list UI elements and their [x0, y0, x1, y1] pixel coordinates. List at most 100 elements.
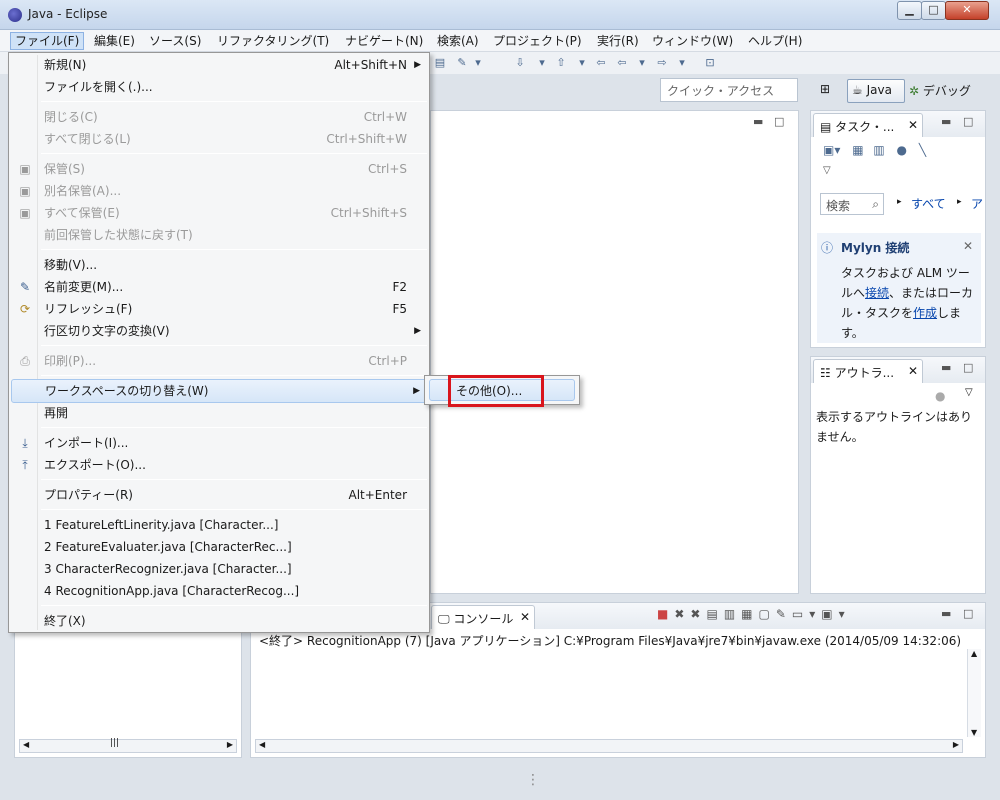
- menu-item-new[interactable]: 新規(N) Alt+Shift+N ▶: [11, 54, 427, 76]
- menu-project[interactable]: プロジェクト(P): [489, 32, 586, 50]
- menu-item-revert[interactable]: 前回保管した状態に戻す(T): [11, 224, 427, 246]
- scroll-left-icon[interactable]: ◀: [259, 740, 265, 749]
- collapse-icon[interactable]: ╲: [919, 143, 926, 157]
- menu-item-import[interactable]: ⤓ インポート(I)...: [11, 432, 427, 454]
- dropdown-arrow-icon[interactable]: ▾: [534, 56, 550, 70]
- close-icon[interactable]: ✕: [963, 239, 973, 253]
- menu-file[interactable]: ファイル(F): [10, 32, 85, 50]
- horizontal-scrollbar[interactable]: ◀ ▶: [255, 739, 963, 753]
- minimize-view-icon[interactable]: ▬: [941, 361, 951, 374]
- view-menu-icon[interactable]: ▽: [965, 387, 973, 398]
- mylyn-connect-link[interactable]: 接続: [865, 286, 889, 300]
- vertical-scrollbar[interactable]: ▲ ▼: [967, 649, 981, 737]
- tab-console[interactable]: 🖵 コンソール ✕: [431, 605, 535, 629]
- maximize-view-icon[interactable]: □: [963, 115, 973, 128]
- menu-item-properties[interactable]: プロパティー(R) Alt+Enter: [11, 484, 427, 506]
- pin-console-icon[interactable]: ✎: [776, 607, 792, 621]
- menu-item-recent-file-4[interactable]: 4 RecognitionApp.java [CharacterRecog...…: [11, 580, 427, 602]
- menu-item-save-all[interactable]: ▣ すべて保管(E) Ctrl+Shift+S: [11, 202, 427, 224]
- menu-item-rename[interactable]: ✎ 名前変更(M)... F2: [11, 276, 427, 298]
- maximize-button[interactable]: □: [921, 1, 946, 20]
- last-edit-icon[interactable]: ⇦: [593, 56, 609, 70]
- dropdown-arrow-icon[interactable]: ▾: [674, 56, 690, 70]
- minimize-view-icon[interactable]: ▬: [941, 607, 951, 620]
- word-wrap-icon[interactable]: ▦: [741, 607, 758, 621]
- menu-item-save[interactable]: ▣ 保管(S) Ctrl+S: [11, 158, 427, 180]
- task-search-input[interactable]: 検索 ⌕: [820, 193, 884, 215]
- menu-item-switch-workspace[interactable]: ワークスペースの切り替え(W) ▶: [11, 379, 427, 403]
- terminate-icon[interactable]: ■: [657, 607, 674, 621]
- scheduled-icon[interactable]: ▥: [873, 143, 884, 157]
- horizontal-scrollbar[interactable]: ◀ ||| ▶: [19, 738, 237, 753]
- remove-launch-icon[interactable]: ✖: [674, 607, 690, 621]
- pin-editor-icon[interactable]: ⊡: [702, 56, 718, 70]
- menu-item-close-all[interactable]: すべて閉じる(L) Ctrl+Shift+W: [11, 128, 427, 150]
- scroll-right-icon[interactable]: ▶: [227, 740, 233, 749]
- tab-task-list[interactable]: ▤ タスク・... ✕: [813, 113, 923, 137]
- menu-item-exit[interactable]: 終了(X): [11, 610, 427, 632]
- maximize-view-icon[interactable]: □: [963, 361, 973, 374]
- focus-icon[interactable]: ●: [897, 143, 907, 157]
- maximize-view-icon[interactable]: □: [963, 607, 973, 620]
- close-icon[interactable]: ✕: [908, 118, 918, 132]
- close-icon[interactable]: ✕: [520, 610, 530, 624]
- menu-navigate[interactable]: ナビゲート(N): [341, 32, 427, 50]
- task-filter-other-link[interactable]: ア: [971, 195, 983, 212]
- menu-item-recent-file-2[interactable]: 2 FeatureEvaluater.java [CharacterRec...…: [11, 536, 427, 558]
- close-button[interactable]: ✕: [945, 1, 989, 20]
- scroll-down-icon[interactable]: ▼: [971, 728, 977, 737]
- show-console-icon[interactable]: ▢: [759, 607, 776, 621]
- maximize-view-icon[interactable]: □: [774, 115, 784, 128]
- scroll-left-icon[interactable]: ◀: [23, 740, 29, 749]
- prev-annotation-icon[interactable]: ⇧: [553, 56, 569, 70]
- minimize-view-icon[interactable]: ▬: [941, 115, 951, 128]
- menu-item-move[interactable]: 移動(V)...: [11, 254, 427, 276]
- menu-item-recent-file-1[interactable]: 1 FeatureLeftLinerity.java [Character...…: [11, 514, 427, 536]
- tab-outline[interactable]: ☷ アウトラ... ✕: [813, 359, 923, 383]
- menu-source[interactable]: ソース(S): [145, 32, 205, 50]
- view-menu-icon[interactable]: ▽: [823, 165, 831, 176]
- remove-all-icon[interactable]: ✖: [690, 607, 706, 621]
- quick-access-input[interactable]: クイック・アクセス: [660, 78, 798, 102]
- forward-icon[interactable]: ⇨: [654, 56, 670, 70]
- perspective-java-button[interactable]: ☕ Java: [847, 79, 905, 103]
- back-icon[interactable]: ⇦: [614, 56, 630, 70]
- task-filter-all-link[interactable]: すべて: [911, 195, 946, 212]
- dropdown-arrow-icon[interactable]: ▾: [470, 56, 486, 70]
- menu-item-export[interactable]: ⤒ エクスポート(O)...: [11, 454, 427, 476]
- menu-help[interactable]: ヘルプ(H): [744, 32, 806, 50]
- dropdown-arrow-icon[interactable]: ▾: [634, 56, 650, 70]
- menu-item-recent-file-3[interactable]: 3 CharacterRecognizer.java [Character...…: [11, 558, 427, 580]
- open-console-icon[interactable]: ▣▾: [821, 607, 850, 621]
- open-folder-icon[interactable]: ▤: [432, 56, 448, 70]
- open-type-icon[interactable]: ✎: [454, 56, 470, 70]
- open-perspective-icon[interactable]: ⊞: [820, 82, 830, 96]
- dropdown-arrow-icon[interactable]: ▾: [574, 56, 590, 70]
- perspective-debug-button[interactable]: ✲ デバッグ: [909, 82, 971, 99]
- clear-console-icon[interactable]: ▤: [706, 607, 723, 621]
- menu-item-open-file[interactable]: ファイルを開く(.)...: [11, 76, 427, 98]
- minimize-view-icon[interactable]: ▬: [753, 115, 763, 128]
- scroll-lock-icon[interactable]: ▥: [724, 607, 741, 621]
- display-console-icon[interactable]: ▭▾: [792, 607, 821, 621]
- mylyn-create-link[interactable]: 作成: [913, 306, 937, 320]
- scroll-up-icon[interactable]: ▲: [971, 649, 977, 658]
- scroll-thumb[interactable]: |||: [110, 738, 119, 748]
- menu-item-convert-line-delimiters[interactable]: 行区切り文字の変換(V) ▶: [11, 320, 427, 342]
- menu-run[interactable]: 実行(R): [593, 32, 643, 50]
- close-icon[interactable]: ✕: [908, 364, 918, 378]
- menu-window[interactable]: ウィンドウ(W): [648, 32, 737, 50]
- categorized-icon[interactable]: ▦: [852, 143, 863, 157]
- menu-item-restart[interactable]: 再開: [11, 402, 427, 424]
- next-annotation-icon[interactable]: ⇩: [512, 56, 528, 70]
- focus-icon[interactable]: ●: [935, 389, 945, 403]
- menu-item-print[interactable]: ⎙ 印刷(P)... Ctrl+P: [11, 350, 427, 372]
- menu-item-close[interactable]: 閉じる(C) Ctrl+W: [11, 106, 427, 128]
- new-task-icon[interactable]: ▣▾: [823, 143, 840, 157]
- menu-refactor[interactable]: リファクタリング(T): [213, 32, 333, 50]
- minimize-button[interactable]: ▁: [897, 1, 922, 20]
- menu-edit[interactable]: 編集(E): [90, 32, 139, 50]
- scroll-right-icon[interactable]: ▶: [953, 740, 959, 749]
- menu-search[interactable]: 検索(A): [433, 32, 483, 50]
- menu-item-save-as[interactable]: ▣ 別名保管(A)...: [11, 180, 427, 202]
